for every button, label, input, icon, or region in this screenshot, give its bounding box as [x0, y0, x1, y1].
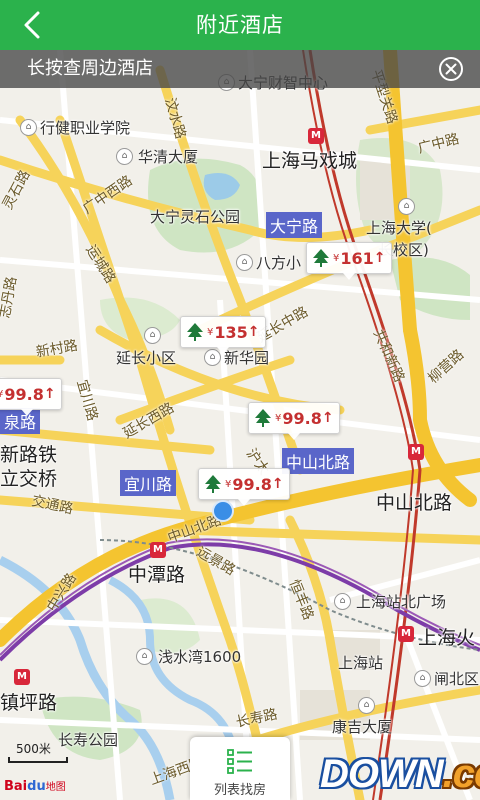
road-badge[interactable]: 中山北路 [282, 448, 355, 474]
road-label: 立交桥 [0, 468, 58, 490]
road-label: 交通路 [30, 493, 75, 518]
scale-label: 500米 [16, 742, 51, 756]
hotel-price: 99.8 [282, 408, 322, 428]
station-label[interactable]: 镇坪路 [0, 688, 57, 715]
page-title: 附近酒店 [196, 13, 284, 37]
poi-icon: ⌂ [136, 648, 153, 665]
watermark-text: DOWN [320, 752, 444, 796]
poi-icon: ⌂ [358, 697, 375, 714]
poi-label[interactable]: 八方小 [256, 252, 301, 273]
road-label: 共和新路 [369, 327, 408, 385]
poi-icon: ⌂ [236, 254, 253, 271]
metro-icon: M [14, 669, 30, 685]
currency-symbol: ¥ [225, 478, 232, 490]
watermark-logo: DOWN.cc [320, 752, 480, 798]
list-button-label: 列表找房 [213, 783, 266, 798]
hotel-price: 161 [340, 248, 374, 268]
poi-icon: ⌂ [414, 670, 431, 687]
watermark-text: . [442, 752, 454, 796]
road-label: 柳营路 [425, 346, 468, 387]
poi-label[interactable]: 华清大厦 [138, 146, 198, 167]
road-label: 广中西路 [80, 172, 136, 218]
hotel-price-marker[interactable]: ¥ 135 ↑ [180, 316, 266, 354]
road-label: 灵石路 [0, 167, 34, 213]
hotel-price-marker[interactable]: ¥ 99.8 ↑ [248, 402, 340, 440]
scale-bar [8, 757, 68, 763]
road-label: 长寿路 [234, 706, 279, 731]
poi-label[interactable]: 新华园 [224, 347, 269, 368]
map-labels: ⌂ 大宁财智中心 ⌂ 行健职业学院 ⌂ 华清大厦 上海马戏城 大宁灵石公园 ⌂ … [0, 50, 480, 800]
road-label: 宜川路 [73, 378, 101, 423]
poi-label[interactable]: 延长小区 [116, 347, 176, 368]
road-label: 新路铁 [0, 444, 58, 466]
logo-text: 地图 [45, 782, 66, 793]
poi-label[interactable]: 行健职业学院 [40, 117, 130, 138]
app-header: 附近酒店 [0, 0, 480, 50]
poi-label[interactable]: 康吉大厦 [332, 716, 392, 737]
list-icon [227, 749, 252, 774]
hotel-tree-icon [205, 475, 221, 493]
road-label: 新村路 [34, 337, 79, 361]
station-label[interactable]: 上海火 [418, 623, 475, 650]
district-label[interactable]: 闸北区 [434, 668, 479, 689]
price-trend: ↑ [247, 324, 260, 340]
road-badge[interactable]: 宜川路 [120, 470, 177, 496]
price-trend: ↑ [43, 386, 56, 402]
road-label: 广中路 [416, 131, 461, 157]
hotel-price: 99.8 [232, 474, 272, 494]
watermark-text: cc [452, 752, 480, 796]
currency-symbol: ¥ [207, 326, 214, 338]
poi-icon: ⌂ [20, 119, 37, 136]
poi-label[interactable]: 上海站 [338, 652, 383, 673]
hotel-tree-icon [255, 409, 271, 427]
poi-label[interactable]: 上海大学( [366, 217, 432, 238]
map-scale: 500米 [8, 742, 68, 763]
hotel-price-marker[interactable]: ¥ 99.8 ↑ [198, 468, 290, 506]
hint-text: 长按查周边酒店 [27, 58, 153, 79]
hotel-price-marker[interactable]: ¥ 99.8 ↑ [0, 378, 62, 416]
road-label: 延长西路 [120, 399, 177, 442]
hotel-price: 135 [214, 322, 248, 342]
hotel-tree-icon [313, 249, 329, 267]
poi-icon: ⌂ [144, 327, 161, 344]
road-label: 运城路 [82, 242, 119, 287]
road-badge[interactable]: 大宁路 [266, 212, 323, 238]
baidu-logo: Baidu地图 [4, 778, 66, 794]
road-label: 志丹路 [0, 275, 21, 320]
hint-banner: 长按查周边酒店 [0, 50, 480, 88]
park-label[interactable]: 大宁灵石公园 [150, 206, 240, 227]
poi-icon: ⌂ [398, 198, 415, 215]
metro-icon: M [308, 128, 324, 144]
poi-label[interactable]: 上海站北广场 [356, 591, 446, 612]
current-location-dot [212, 500, 234, 522]
road-label: 远景路 [193, 543, 238, 579]
close-icon[interactable] [438, 56, 464, 82]
price-trend: ↑ [321, 410, 334, 426]
hotel-price: 99.8 [4, 384, 44, 404]
station-label[interactable]: 中潭路 [128, 560, 185, 587]
logo-text: Bai [4, 779, 28, 794]
road-label[interactable]: 中山北路 [376, 488, 452, 515]
poi-label[interactable]: 上海马戏城 [262, 146, 357, 173]
road-label: 恒丰路 [285, 577, 317, 623]
hotel-price-marker[interactable]: ¥ 161 ↑ [306, 242, 392, 280]
price-trend: ↑ [271, 476, 284, 492]
poi-icon: ⌂ [334, 593, 351, 610]
hotel-tree-icon [187, 323, 203, 341]
poi-icon: ⌂ [116, 148, 133, 165]
metro-icon: M [398, 626, 414, 642]
list-search-button[interactable]: 列表找房 [190, 737, 290, 800]
currency-symbol: ¥ [275, 412, 282, 424]
road-label: 中兴路 [44, 570, 80, 615]
metro-icon: M [150, 542, 166, 558]
map-view[interactable]: ⌂ 大宁财智中心 ⌂ 行健职业学院 ⌂ 华清大厦 上海马戏城 大宁灵石公园 ⌂ … [0, 50, 480, 800]
currency-symbol: ¥ [333, 252, 340, 264]
price-trend: ↑ [373, 250, 386, 266]
logo-text: du [27, 779, 46, 794]
poi-label[interactable]: 浅水湾1600 [158, 646, 241, 667]
road-label: 汶水路 [161, 96, 189, 141]
metro-icon: M [408, 444, 424, 460]
currency-symbol: ¥ [0, 388, 4, 400]
